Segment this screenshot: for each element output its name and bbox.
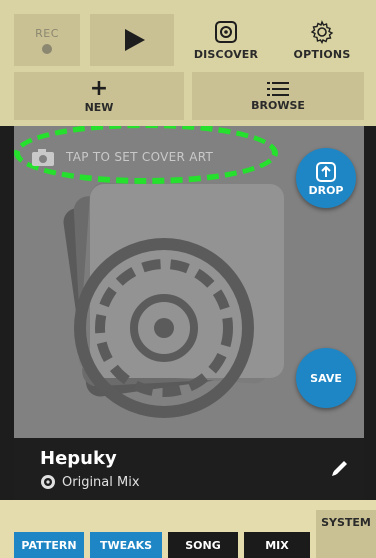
save-button[interactable]: SAVE — [296, 348, 356, 408]
rec-label: REC — [35, 26, 59, 40]
record-dot-icon — [42, 43, 52, 54]
drop-label: DROP — [308, 183, 344, 197]
discover-icon — [215, 20, 237, 43]
options-label: OPTIONS — [293, 47, 351, 61]
edit-button[interactable] — [330, 458, 350, 482]
track-title: Hepuky — [40, 448, 117, 469]
tab-system[interactable]: SYSTEM — [316, 510, 376, 558]
browse-label: BROWSE — [251, 98, 305, 112]
tab-tweaks[interactable]: TWEAKS — [90, 532, 162, 558]
cover-art-area[interactable]: TAP TO SET COVER ART DROP SAVE — [14, 126, 364, 438]
gear-icon — [310, 19, 334, 44]
drop-button[interactable]: DROP — [296, 148, 356, 208]
tab-song[interactable]: SONG — [168, 532, 238, 558]
save-label: SAVE — [310, 371, 342, 385]
track-subtitle: Original Mix — [40, 474, 140, 490]
track-subtitle-text: Original Mix — [62, 474, 140, 490]
play-icon — [125, 29, 145, 51]
discover-button[interactable]: DISCOVER — [186, 14, 266, 66]
new-label: NEW — [84, 100, 114, 114]
top-toolbar: REC DISCOVER OPTIONS + NEW BROWSE — [0, 0, 376, 126]
rec-button[interactable]: REC — [14, 14, 80, 66]
tab-mix[interactable]: MIX — [244, 532, 310, 558]
bottom-tab-bar: PATTERN TWEAKS SONG MIX SYSTEM — [0, 500, 376, 558]
cover-hint-text: TAP TO SET COVER ART — [66, 150, 214, 164]
pencil-icon — [332, 461, 347, 476]
set-cover-art-hint[interactable]: TAP TO SET COVER ART — [32, 148, 213, 166]
list-icon — [267, 81, 289, 96]
play-button[interactable] — [90, 14, 174, 66]
track-info-bar: Hepuky Original Mix — [14, 438, 364, 500]
options-button[interactable]: OPTIONS — [280, 14, 364, 66]
discover-label: DISCOVER — [193, 47, 259, 61]
plus-icon: + — [89, 75, 109, 101]
drop-icon — [316, 161, 336, 182]
tab-pattern[interactable]: PATTERN — [14, 532, 84, 558]
vinyl-icon — [41, 475, 55, 489]
browse-button[interactable]: BROWSE — [192, 72, 364, 120]
camera-icon — [32, 149, 54, 166]
new-button[interactable]: + NEW — [14, 72, 184, 120]
secondary-toolbar: + NEW BROWSE — [14, 72, 364, 120]
